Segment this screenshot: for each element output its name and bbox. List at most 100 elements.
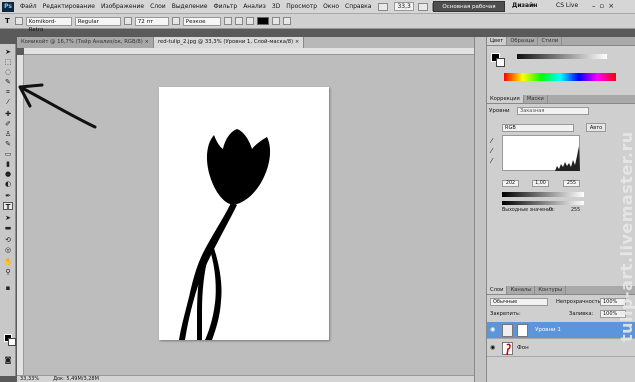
menu-window[interactable]: Окно — [320, 3, 342, 10]
hand-tool-icon[interactable] — [417, 2, 428, 11]
tab-swatches[interactable]: Образцы — [507, 37, 539, 45]
white-eyedropper-icon[interactable]: ⁄ — [491, 157, 492, 165]
visibility-eye-icon[interactable]: ◉ — [490, 345, 496, 351]
workspace-essentials-button[interactable]: Основная рабочая среда — [433, 1, 505, 21]
levels-histogram — [502, 135, 580, 171]
menu-filter[interactable]: Фильтр — [210, 3, 240, 10]
dodge-tool-icon[interactable]: ◐ — [3, 180, 13, 188]
path-selection-tool-icon[interactable]: ➤ — [3, 214, 13, 222]
levels-preset-select[interactable]: Заказная — [517, 107, 589, 115]
font-family-select[interactable]: Komikord-Retro — [25, 16, 72, 33]
visibility-eye-icon[interactable]: ◉ — [490, 327, 496, 333]
menu-bar: Ps Файл Редактирование Изображение Слои … — [0, 0, 635, 21]
close-icon[interactable]: × — [608, 2, 614, 10]
font-style-select[interactable]: Regular — [74, 16, 121, 26]
default-colors-icon[interactable]: ▪ — [3, 284, 13, 292]
menu-view[interactable]: Просмотр — [283, 3, 320, 10]
tab-paths[interactable]: Контуры — [535, 286, 567, 294]
gray-eyedropper-icon[interactable]: ⁄ — [491, 147, 492, 155]
maximize-icon[interactable]: ▫ — [600, 2, 605, 10]
status-zoom[interactable]: 33,33% — [20, 376, 39, 382]
clone-stamp-tool-icon[interactable]: ♙ — [3, 130, 13, 138]
layer-name[interactable]: Фон — [517, 345, 529, 351]
align-left-icon[interactable] — [223, 17, 232, 25]
color-background-swatch[interactable] — [496, 58, 505, 67]
menu-help[interactable]: Справка — [342, 3, 374, 10]
shape-tool-icon[interactable]: ▬ — [3, 224, 13, 232]
document-tabs: Комикойт @ 16,7% (Тейр Анализ/ок, RGB/8)… — [17, 37, 474, 48]
eyedropper-tool-icon[interactable]: ⁄ — [3, 98, 13, 106]
tab-layers[interactable]: Слои — [487, 286, 508, 294]
menu-3d[interactable]: 3D — [269, 3, 283, 10]
tab-channels[interactable]: Каналы — [507, 286, 536, 294]
gradient-tool-icon[interactable]: ▮ — [3, 160, 13, 168]
font-size-select[interactable]: 72 пт — [134, 16, 169, 26]
workspace-more-button[interactable]: » — [531, 2, 535, 9]
layer-name[interactable]: Уровни 1 — [535, 327, 561, 333]
output-black-value[interactable]: 0 — [549, 208, 552, 213]
layer-row-background[interactable]: ◉ Фон — [487, 340, 635, 357]
tab-color[interactable]: Цвет — [487, 37, 508, 45]
zoom-level-field[interactable]: 33,3 — [394, 2, 414, 11]
black-eyedropper-icon[interactable]: ⁄ — [491, 137, 492, 145]
blend-mode-select[interactable]: Обычные — [490, 298, 548, 306]
blur-tool-icon[interactable]: ● — [3, 170, 13, 178]
lasso-tool-icon[interactable]: ◌ — [3, 68, 13, 76]
output-values-label: Выходные значения: — [502, 208, 555, 213]
align-center-icon[interactable] — [234, 17, 243, 25]
layer-row-levels[interactable]: ◉ Уровни 1 — [487, 322, 635, 339]
healing-brush-tool-icon[interactable]: ✚ — [3, 110, 13, 118]
auto-button[interactable]: Авто — [586, 123, 606, 132]
crop-tool-icon[interactable]: ⌗ — [3, 88, 13, 96]
status-bar: 33,33% Док: 5,49M/3,28M — [17, 375, 474, 382]
tab-masks[interactable]: Маски — [524, 95, 548, 103]
output-levels-slider[interactable] — [502, 201, 584, 205]
text-color-swatch[interactable] — [256, 17, 269, 25]
gray-slider[interactable] — [517, 54, 607, 59]
marquee-tool-icon[interactable]: ⬚ — [3, 58, 13, 66]
menu-file[interactable]: Файл — [17, 3, 40, 10]
cs-live-button[interactable]: CS Live — [556, 2, 578, 9]
launch-bridge-icon[interactable] — [378, 2, 389, 11]
hand-tool-icon[interactable]: ✋ — [3, 258, 13, 266]
font-size-icon — [123, 17, 132, 25]
menu-analysis[interactable]: Анализ — [240, 3, 269, 10]
character-panel-icon[interactable] — [282, 17, 291, 25]
quick-mask-icon[interactable]: ◙ — [3, 356, 13, 364]
align-right-icon[interactable] — [245, 17, 254, 25]
output-white-value[interactable]: 255 — [571, 208, 580, 213]
minimize-icon[interactable]: – — [592, 2, 596, 10]
menu-select[interactable]: Выделение — [169, 3, 211, 10]
tab-document-2[interactable]: red-tulip_2.jpg @ 33,3% (Уровни 1, Слой-… — [153, 37, 305, 48]
type-tool-icon[interactable]: T — [3, 17, 12, 26]
type-tool-icon[interactable]: T — [3, 202, 13, 211]
antialias-select[interactable]: Резкое — [182, 16, 221, 26]
zoom-tool-icon[interactable]: ⚲ — [3, 268, 13, 276]
input-gamma-field[interactable]: 1,00 — [532, 180, 549, 187]
document-canvas[interactable] — [159, 87, 329, 340]
tab-document-1[interactable]: Комикойт @ 16,7% (Тейр Анализ/ок, RGB/8)… — [17, 37, 154, 48]
channel-select[interactable]: RGB — [502, 124, 574, 132]
options-bar: T Komikord-Retro Regular 72 пт Резкое — [0, 14, 635, 33]
3d-orbit-tool-icon[interactable]: ◎ — [3, 246, 13, 254]
eraser-tool-icon[interactable]: ▭ — [3, 150, 13, 158]
brush-tool-icon[interactable]: ✐ — [3, 120, 13, 128]
tab-adjustments[interactable]: Коррекция — [487, 95, 524, 103]
menu-image[interactable]: Изображение — [98, 3, 147, 10]
move-tool-icon[interactable]: ➤ — [3, 48, 13, 56]
history-brush-tool-icon[interactable]: ✎ — [3, 140, 13, 148]
menu-edit[interactable]: Редактирование — [40, 3, 98, 10]
warp-text-icon[interactable] — [271, 17, 280, 25]
input-white-field[interactable]: 255 — [563, 180, 580, 187]
text-orientation-icon[interactable] — [14, 17, 23, 25]
layer-mask-thumbnail[interactable] — [517, 324, 528, 337]
tab-styles[interactable]: Стили — [538, 37, 563, 45]
quick-select-tool-icon[interactable]: ✎ — [3, 78, 13, 86]
background-color-swatch[interactable] — [8, 338, 16, 346]
input-levels-slider[interactable] — [502, 192, 584, 197]
input-black-field[interactable]: 202 — [502, 180, 519, 187]
color-spectrum[interactable] — [504, 73, 616, 81]
3d-rotate-tool-icon[interactable]: ⟲ — [3, 236, 13, 244]
menu-layers[interactable]: Слои — [147, 3, 169, 10]
pen-tool-icon[interactable]: ✒ — [3, 192, 13, 200]
